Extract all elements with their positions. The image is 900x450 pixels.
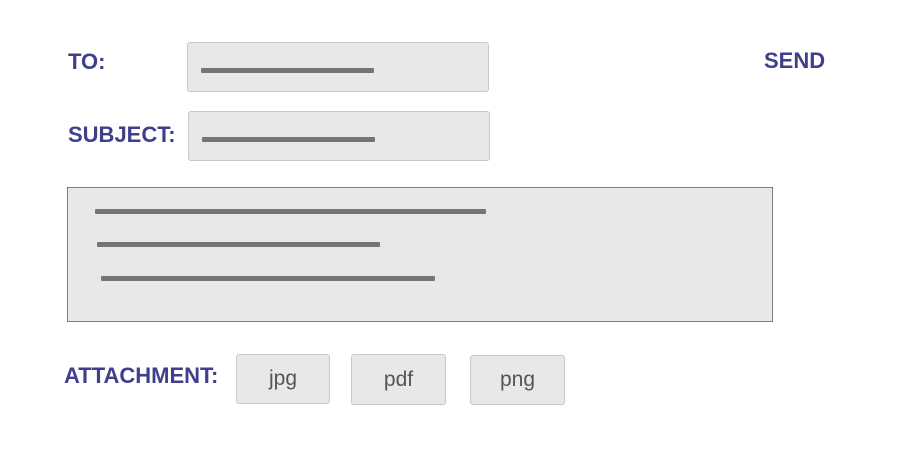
subject-input-placeholder-line <box>202 137 375 142</box>
to-input[interactable] <box>187 42 489 92</box>
to-input-placeholder-line <box>201 68 374 73</box>
message-body-textarea[interactable] <box>67 187 773 322</box>
attachment-label: ATTACHMENT: <box>64 363 219 388</box>
attachment-jpg-button[interactable]: jpg <box>236 354 330 404</box>
to-label: TO: <box>68 49 106 74</box>
message-placeholder-line <box>95 209 486 214</box>
subject-input[interactable] <box>188 111 490 161</box>
attachment-pdf-button[interactable]: pdf <box>351 354 446 405</box>
send-button[interactable]: SEND <box>764 50 825 72</box>
attachment-png-button[interactable]: png <box>470 355 565 405</box>
message-placeholder-line <box>97 242 380 247</box>
subject-label: SUBJECT: <box>68 122 176 147</box>
email-compose-form: TO: SEND SUBJECT: ATTACHMENT: jpg pdf pn… <box>0 0 900 450</box>
message-placeholder-line <box>101 276 435 281</box>
